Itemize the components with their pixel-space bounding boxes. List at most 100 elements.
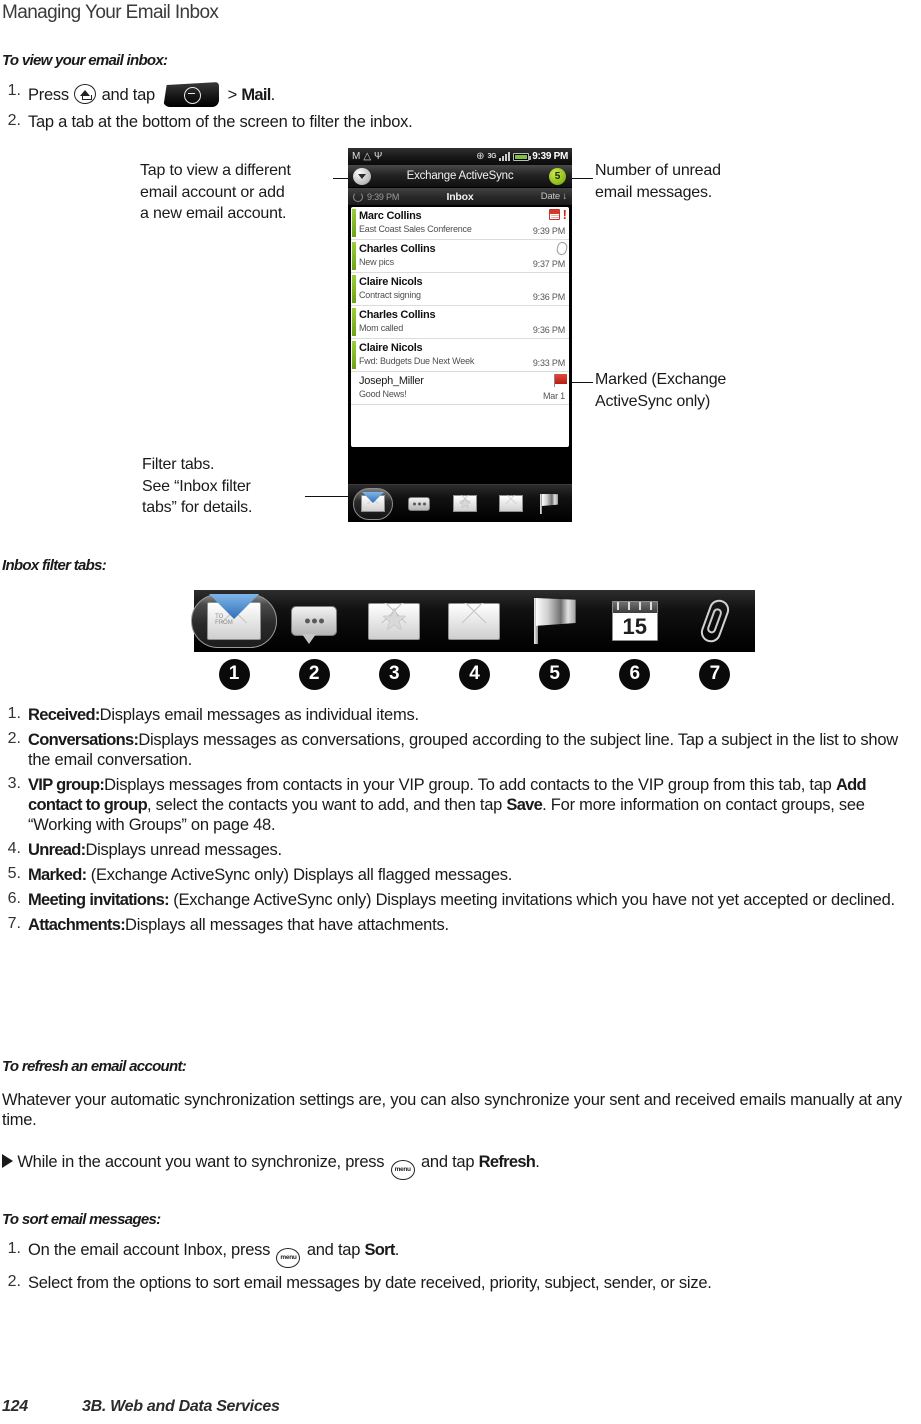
mail-list-item[interactable]: Charles Collins New pics 9:37 PM (351, 240, 569, 273)
phone-folder-bar[interactable]: 9:39 PM Inbox Date ↓ (348, 188, 572, 205)
mail-list-item[interactable]: Claire Nicols Fwd: Budgets Due Next Week… (351, 339, 569, 372)
mail-list-item[interactable]: Joseph_Miller Good News! Mar 1 (351, 372, 569, 405)
bullet-refresh-mid: and tap (420, 1153, 475, 1171)
list-number: 3. (7, 775, 21, 792)
received-envelope-icon: TO FROM (207, 594, 262, 640)
mail-sender: Charles Collins (359, 309, 436, 321)
attachment-icon (555, 241, 569, 256)
mail-subject: Mom called (359, 323, 404, 333)
unread-indicator-bar (352, 209, 356, 237)
list-number: 2. (7, 112, 21, 129)
unread-envelope-icon (499, 495, 523, 512)
account-switch-button[interactable] (353, 168, 371, 185)
strip-tab-marked[interactable] (515, 598, 595, 644)
callout-marked-text: Marked (Exchange ActiveSync only) (595, 371, 727, 410)
callout-unread-count-text: Number of unread email messages. (595, 162, 721, 201)
mail-item-body: Marc Collins East Coast Sales Conference (359, 207, 517, 239)
term-unread: Unread: (28, 841, 86, 859)
desc-marked: (Exchange ActiveSync only) Displays all … (90, 866, 513, 884)
tab-unread[interactable] (488, 487, 534, 521)
mail-list-item[interactable]: Claire Nicols Contract signing 9:36 PM (351, 273, 569, 306)
unread-indicator-bar (352, 242, 356, 270)
list-item: 1. Received:Displays email messages as i… (2, 705, 917, 725)
list-number: 1. (7, 705, 21, 722)
desc-vip-b: , select the contacts you want to add, a… (146, 796, 507, 814)
heading-sort: To sort email messages: (2, 1211, 161, 1228)
sort-step-pre: On the email account Inbox, press (28, 1241, 271, 1259)
list-item: 2. Tap a tab at the bottom of the screen… (2, 112, 622, 132)
number-cell: 6 (595, 652, 675, 696)
strip-tab-received[interactable]: TO FROM (191, 594, 278, 648)
mail-time: 9:33 PM (532, 358, 565, 368)
mail-item-icons: ! (548, 207, 567, 222)
step-and-tap-label: and tap (101, 86, 156, 104)
mail-item-body: Charles Collins New pics (359, 240, 517, 272)
list-number: 2. (7, 1273, 21, 1290)
heading-view-inbox: To view your email inbox: (2, 52, 168, 69)
list-item: 1. Press and tap > Mail. (2, 82, 622, 107)
priority-icon: ! (562, 207, 567, 222)
desc-received: Displays email messages as individual it… (99, 706, 419, 724)
gmail-icon: M (352, 150, 361, 162)
tab-descriptions-list: 1. Received:Displays email messages as i… (2, 705, 917, 940)
list-number: 4. (7, 840, 21, 857)
list-text: VIP group:Displays messages from contact… (28, 775, 917, 835)
tab-marked[interactable] (534, 487, 564, 521)
flag-icon (553, 374, 567, 387)
list-text: Press and tap > Mail. (28, 82, 622, 107)
phone-mail-list[interactable]: Marc Collins East Coast Sales Conference… (351, 207, 569, 447)
step-press-label: Press (28, 86, 69, 104)
folder-name-label: Inbox (446, 190, 474, 203)
number-cell: 4 (434, 652, 514, 696)
sort-order-button[interactable]: Date ↓ (541, 191, 567, 202)
step-arrow-label: > (227, 86, 242, 104)
usb-icon: Ψ (374, 150, 383, 162)
mail-item-icons (553, 374, 567, 387)
number-badge: 5 (539, 658, 571, 690)
filter-tab-strip[interactable]: TO FROM ★ 15 (191, 590, 755, 652)
callout-filter-tabs: Filter tabs. See “Inbox filter tabs” for… (142, 454, 342, 519)
strip-tab-vip-group[interactable]: ★ (354, 602, 434, 640)
strip-tab-conversations[interactable] (274, 606, 354, 644)
number-cell: 3 (354, 652, 434, 696)
gps-icon: ⊕ (476, 150, 485, 162)
mail-item-icons (555, 241, 569, 256)
mail-time: 9:39 PM (532, 226, 565, 236)
step-period: . (270, 86, 276, 104)
paragraph-refresh: Whatever your automatic synchronization … (2, 1091, 902, 1129)
list-text: Conversations:Displays messages as conve… (28, 730, 917, 770)
mail-list-item[interactable]: Charles Collins Mom called 9:36 PM (351, 306, 569, 339)
phone-account-bar[interactable]: Exchange ActiveSync 5 (348, 165, 572, 188)
tab-received[interactable] (350, 487, 396, 521)
network-type-label: 3G (487, 153, 497, 160)
desc-vip-a: Displays messages from contacts in your … (104, 776, 836, 794)
calendar-day-label: 15 (622, 614, 647, 639)
number-badge: 6 (619, 658, 651, 690)
mail-sender: Claire Nicols (359, 342, 423, 354)
list-item: 5. Marked: (Exchange ActiveSync only) Di… (2, 865, 917, 885)
strip-tab-unread[interactable] (434, 602, 514, 640)
filter-tab-numbers: 1 2 3 4 5 6 7 (194, 652, 755, 696)
list-number: 1. (7, 1240, 21, 1257)
mail-item-body: Charles Collins Mom called (359, 306, 517, 338)
tab-conversations[interactable] (396, 487, 442, 521)
mail-time: 9:36 PM (532, 325, 565, 335)
phone-filter-tab-bar[interactable]: ★ (348, 484, 572, 522)
term-attachments: Attachments: (28, 916, 126, 934)
mail-time: 9:36 PM (532, 292, 565, 302)
attachments-paperclip-icon (697, 596, 732, 646)
number-badge: 4 (458, 658, 490, 690)
sort-step-mid: and tap (306, 1241, 361, 1259)
mail-item-meta: Mar 1 (517, 372, 569, 404)
list-number: 7. (7, 915, 21, 932)
term-meeting-invitations: Meeting invitations: (28, 891, 170, 909)
page-footer: 124 3B. Web and Data Services (2, 1398, 280, 1416)
strip-tab-attachments[interactable] (675, 596, 755, 646)
number-badge: 2 (298, 658, 330, 690)
mail-subject: Fwd: Budgets Due Next Week (359, 356, 475, 366)
tab-vip-group[interactable]: ★ (442, 487, 488, 521)
desc-vip-bold-save: Save (506, 796, 543, 814)
strip-tab-meeting-invitations[interactable]: 15 (595, 601, 675, 641)
mail-list-item[interactable]: Marc Collins East Coast Sales Conference… (351, 207, 569, 240)
unread-indicator-bar (352, 341, 356, 369)
